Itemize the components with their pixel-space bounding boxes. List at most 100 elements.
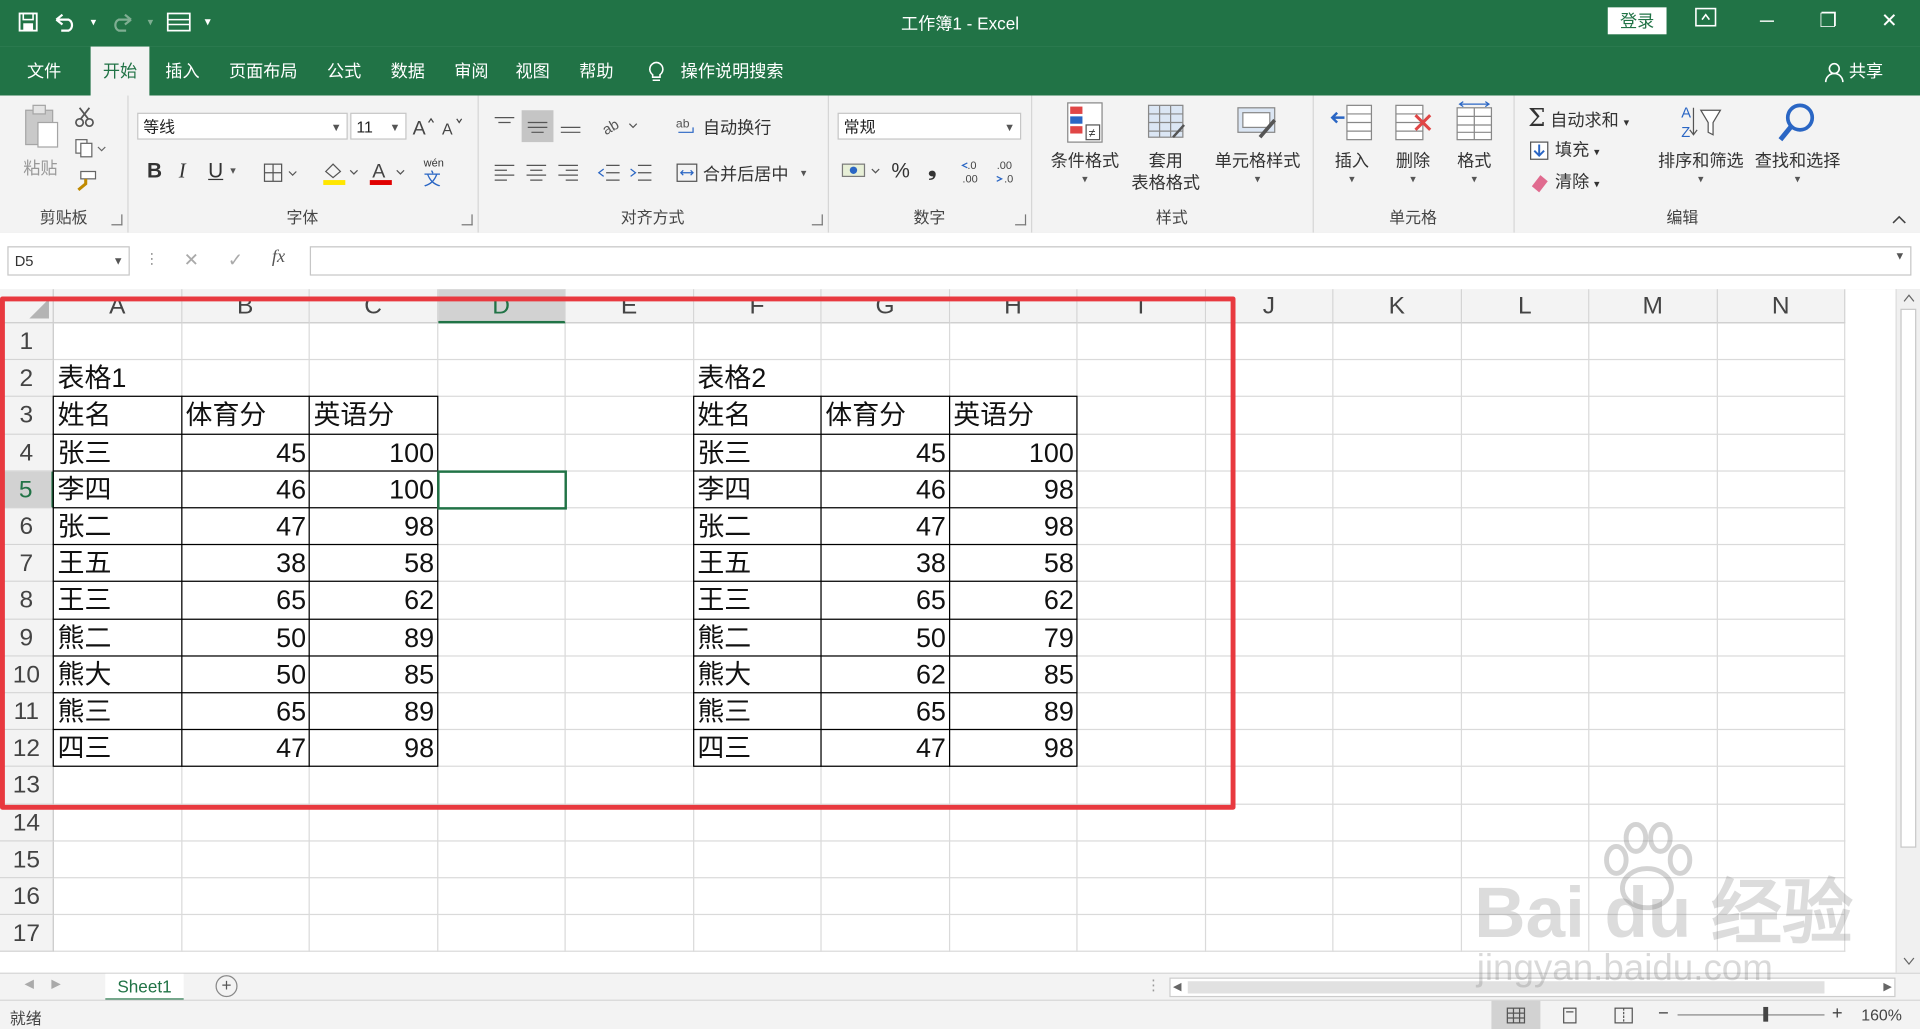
- page-layout-view-icon[interactable]: [1560, 1007, 1580, 1024]
- tab-insert[interactable]: 插入: [154, 47, 210, 96]
- underline-button[interactable]: U: [208, 159, 223, 184]
- conditional-formatting-button[interactable]: ≠ 条件格式 ▾: [1041, 100, 1129, 186]
- tab-page-layout[interactable]: 页面布局: [220, 47, 306, 96]
- cancel-entry-button[interactable]: ✕: [184, 249, 199, 271]
- font-color-icon[interactable]: A: [367, 159, 406, 186]
- maximize-button[interactable]: ❐: [1800, 6, 1856, 38]
- confirm-entry-button[interactable]: ✓: [228, 249, 243, 271]
- tab-review[interactable]: 审阅: [443, 47, 499, 96]
- fill-color-icon[interactable]: [321, 159, 360, 186]
- align-bottom-icon[interactable]: [558, 115, 582, 137]
- number-launcher-icon[interactable]: [1015, 214, 1027, 226]
- vertical-scrollbar[interactable]: [1895, 289, 1920, 973]
- new-sheet-button[interactable]: +: [215, 975, 238, 998]
- tab-home[interactable]: 开始: [90, 46, 150, 96]
- row-header-17[interactable]: 17: [0, 915, 54, 953]
- font-launcher-icon[interactable]: [461, 214, 473, 226]
- increase-decimal-icon[interactable]: .0.00: [960, 157, 989, 186]
- name-box-dropdown-icon[interactable]: ▼: [113, 247, 124, 274]
- alignment-launcher-icon[interactable]: [811, 214, 823, 226]
- format-cells-button[interactable]: 格式 ▾: [1442, 100, 1506, 186]
- accounting-format-icon[interactable]: [840, 159, 884, 184]
- font-name-combo[interactable]: 等线 ▼: [137, 112, 348, 140]
- merge-dropdown-icon[interactable]: ▾: [801, 167, 807, 180]
- bold-button[interactable]: B: [147, 159, 162, 184]
- row-header-16[interactable]: 16: [0, 878, 54, 916]
- normal-view-button[interactable]: [1491, 1000, 1541, 1029]
- column-header-n[interactable]: N: [1717, 289, 1846, 324]
- login-button[interactable]: 登录: [1607, 7, 1667, 35]
- format-as-table-button[interactable]: 套用 表格格式: [1122, 100, 1210, 194]
- clear-button[interactable]: 清除 ▾: [1528, 169, 1600, 194]
- underline-dropdown-icon[interactable]: ▾: [230, 164, 236, 177]
- find-select-button[interactable]: 查找和选择 ▾: [1749, 100, 1847, 186]
- scroll-down-icon[interactable]: [1902, 956, 1917, 968]
- align-right-icon[interactable]: [556, 162, 580, 184]
- merge-center-label[interactable]: 合并后居中: [703, 162, 789, 187]
- cut-icon[interactable]: [73, 105, 95, 128]
- zoom-in-button[interactable]: +: [1832, 1003, 1843, 1024]
- ribbon-display-options-icon[interactable]: [1678, 6, 1734, 38]
- align-top-icon[interactable]: [492, 115, 516, 135]
- decrease-decimal-icon[interactable]: .00.0: [994, 157, 1026, 186]
- sort-filter-button[interactable]: AZ 排序和筛选 ▾: [1653, 100, 1749, 186]
- tell-me-search[interactable]: 操作说明搜索: [647, 47, 784, 96]
- font-size-combo[interactable]: 11 ▼: [350, 112, 407, 140]
- share-button[interactable]: 共享: [1824, 47, 1883, 96]
- delete-cells-button[interactable]: 删除 ▾: [1381, 100, 1445, 186]
- horizontal-scrollbar[interactable]: ◀ ▶: [1169, 977, 1896, 998]
- format-painter-icon[interactable]: [73, 169, 97, 192]
- wrap-text-label[interactable]: 自动换行: [703, 115, 772, 140]
- paste-button[interactable]: 粘贴: [12, 103, 68, 180]
- tab-data[interactable]: 数据: [380, 47, 436, 96]
- tab-split-grip-icon[interactable]: ⋮: [1146, 976, 1161, 993]
- merge-center-icon[interactable]: [676, 162, 698, 184]
- name-box[interactable]: D5 ▼: [7, 246, 130, 276]
- tab-formulas[interactable]: 公式: [316, 47, 372, 96]
- horizontal-scroll-thumb[interactable]: [1187, 981, 1825, 994]
- scroll-right-icon[interactable]: ▶: [1883, 980, 1891, 993]
- column-header-l[interactable]: L: [1461, 289, 1590, 324]
- comma-button[interactable]: ❟: [928, 157, 936, 182]
- autosum-button[interactable]: Σ 自动求和 ▾: [1528, 103, 1629, 132]
- italic-button[interactable]: I: [179, 159, 186, 184]
- tab-file[interactable]: 文件: [15, 47, 74, 96]
- collapse-ribbon-icon[interactable]: [1891, 213, 1908, 225]
- scroll-up-icon[interactable]: [1902, 292, 1917, 304]
- zoom-level[interactable]: 160%: [1861, 1006, 1902, 1024]
- copy-icon[interactable]: [73, 137, 107, 159]
- sheet-tab-sheet1[interactable]: Sheet1: [105, 973, 184, 1001]
- percent-button[interactable]: %: [891, 159, 910, 184]
- column-header-m[interactable]: M: [1589, 289, 1718, 324]
- increase-indent-icon[interactable]: [627, 162, 654, 184]
- tab-view[interactable]: 视图: [504, 47, 560, 96]
- insert-function-button[interactable]: fx: [272, 247, 285, 268]
- align-center-icon[interactable]: [524, 162, 548, 184]
- increase-font-icon[interactable]: A: [411, 115, 435, 137]
- column-header-k[interactable]: K: [1333, 289, 1462, 324]
- close-button[interactable]: ✕: [1861, 6, 1917, 38]
- next-sheet-icon[interactable]: ▶: [51, 978, 60, 991]
- row-header-14[interactable]: 14: [0, 804, 54, 842]
- decrease-font-icon[interactable]: A: [441, 115, 465, 137]
- row-header-15[interactable]: 15: [0, 841, 54, 879]
- zoom-out-button[interactable]: −: [1658, 1003, 1669, 1024]
- borders-icon[interactable]: [262, 162, 299, 184]
- vertical-scroll-thumb[interactable]: [1900, 308, 1917, 848]
- decrease-indent-icon[interactable]: [595, 162, 622, 184]
- clipboard-launcher-icon[interactable]: [111, 214, 123, 226]
- formula-input[interactable]: ▼: [309, 246, 1912, 276]
- cell-styles-button[interactable]: 单元格样式 ▾: [1207, 100, 1307, 186]
- scroll-left-icon[interactable]: ◀: [1173, 980, 1181, 993]
- phonetic-button[interactable]: wén 文: [424, 157, 468, 189]
- align-middle-button[interactable]: [521, 110, 554, 143]
- align-left-icon[interactable]: [492, 162, 516, 184]
- zoom-slider-thumb[interactable]: [1763, 1006, 1769, 1022]
- tab-help[interactable]: 帮助: [568, 47, 624, 96]
- orientation-icon[interactable]: ab: [600, 115, 642, 137]
- number-format-combo[interactable]: 常规 ▼: [837, 112, 1022, 140]
- wrap-text-icon[interactable]: ab: [676, 115, 698, 137]
- worksheet-grid[interactable]: ABCDEFGHIJKLMN 1 2 3 4 5 6 7 8 9 10 11 12 13 14 15 16 17…: [0, 289, 1896, 973]
- expand-formula-bar-icon[interactable]: ▼: [1894, 250, 1905, 262]
- prev-sheet-icon[interactable]: ◀: [24, 978, 33, 991]
